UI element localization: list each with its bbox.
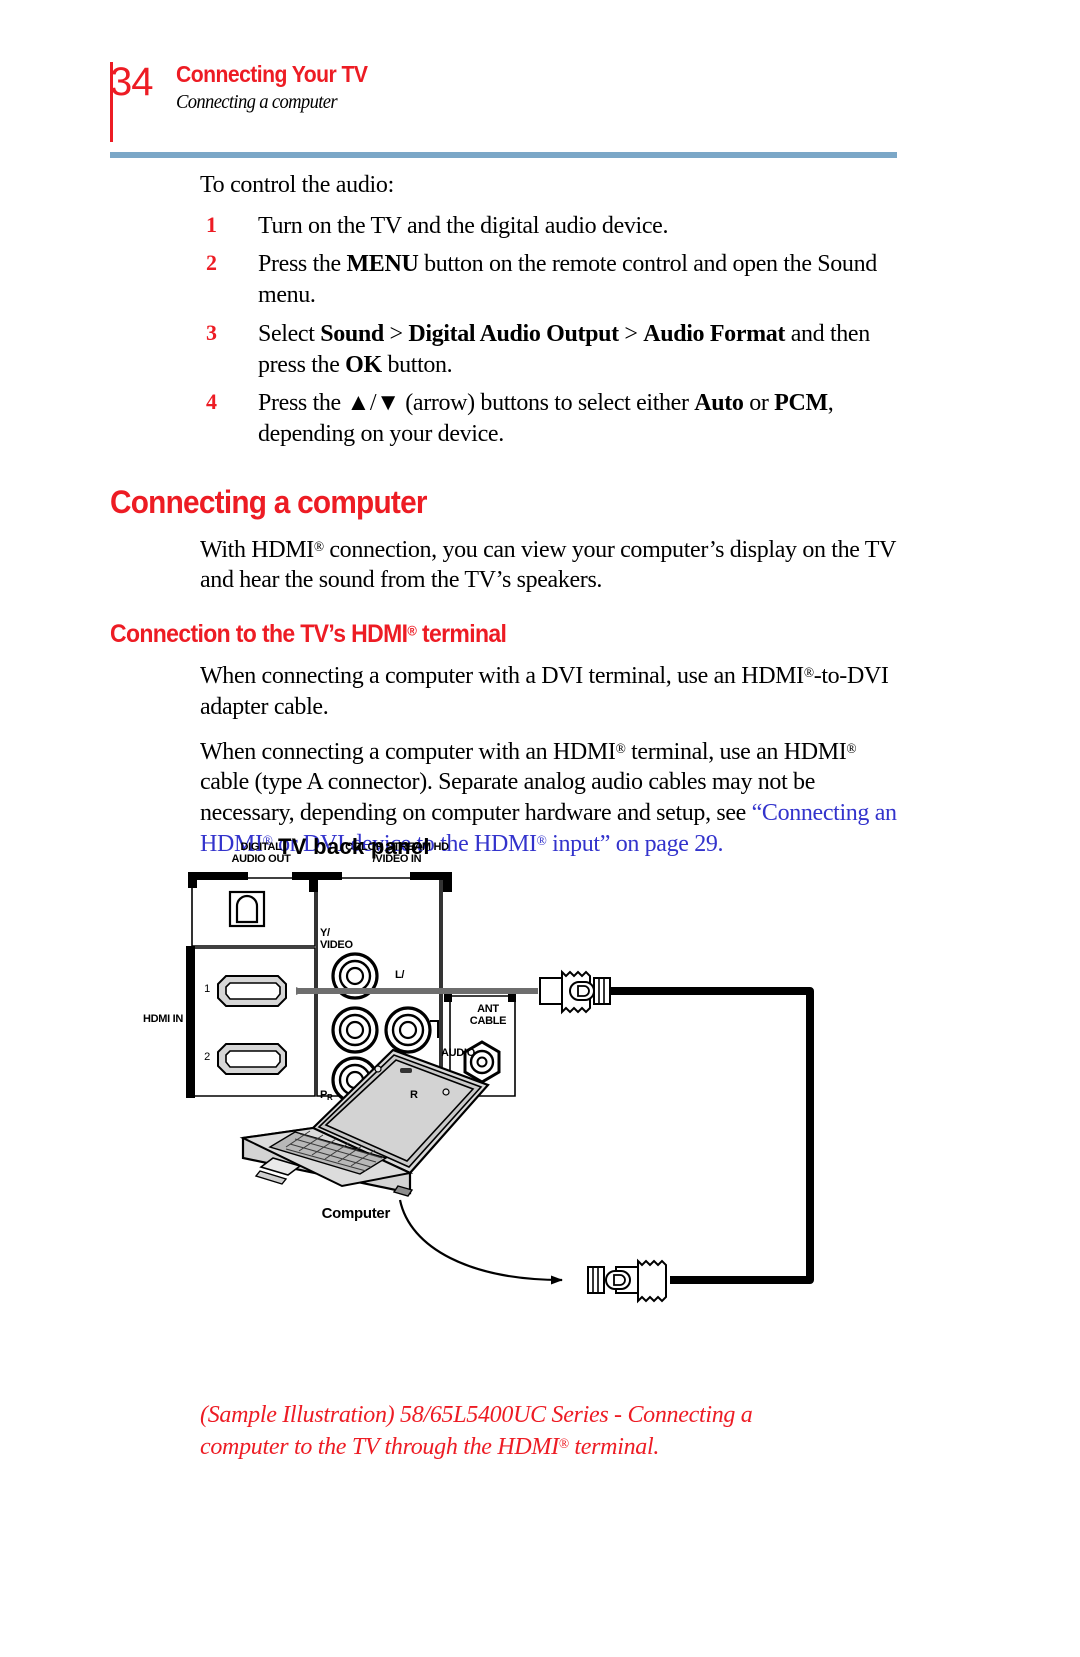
step-text: Press the ▲/▼ (arrow) buttons to select … bbox=[258, 390, 834, 448]
step-number: 3 bbox=[206, 319, 217, 345]
header-titles: Connecting Your TV Connecting a computer bbox=[176, 61, 384, 114]
label-hdmi-port-1-number: 1 bbox=[204, 983, 210, 995]
step-text: Turn on the TV and the digital audio dev… bbox=[258, 212, 669, 239]
step-number: 4 bbox=[206, 389, 217, 415]
laptop-connector-arrow bbox=[398, 1199, 563, 1285]
figure-illustration bbox=[110, 828, 900, 1333]
label-hdmi-in: HDMI IN bbox=[142, 1013, 184, 1025]
hdmi-port-2 bbox=[217, 1043, 287, 1075]
hdmi-cable-path bbox=[610, 987, 814, 1284]
header-section-title: Connecting a computer bbox=[176, 91, 338, 114]
figure-caption: (Sample Illustration) 58/65L5400UC Serie… bbox=[200, 1402, 753, 1460]
step-item: 4 Press the ▲/▼ (arrow) buttons to selec… bbox=[110, 388, 900, 449]
label-audio: AUDIO bbox=[441, 1047, 475, 1059]
intro-paragraph: With HDMI® connection, you can view your… bbox=[200, 536, 896, 594]
step-item: 2 Press the MENU button on the remote co… bbox=[110, 249, 900, 310]
label-computer: Computer bbox=[321, 1205, 391, 1222]
label-hdmi-port-2-number: 2 bbox=[204, 1051, 210, 1063]
hdmi-port-1 bbox=[217, 975, 287, 1007]
step-item: 3 Select Sound > Digital Audio Output > … bbox=[110, 319, 900, 380]
numbered-steps-list: 1 Turn on the TV and the digital audio d… bbox=[110, 211, 900, 450]
page-header: 34 Connecting Your TV Connecting a compu… bbox=[110, 60, 900, 157]
tv-back-panel-figure: TV back panel DIGITAL AUDIO OUT COLOR ST… bbox=[110, 828, 900, 1328]
step-number: 2 bbox=[206, 250, 217, 276]
rca-jack-audio-l bbox=[384, 1006, 432, 1054]
label-digital-audio-out: DIGITAL AUDIO OUT bbox=[231, 841, 291, 865]
label-r: R bbox=[410, 1089, 418, 1101]
label-y-video: Y/ VIDEO bbox=[320, 927, 353, 951]
header-divider-bar bbox=[110, 152, 897, 158]
subsection-heading: Connection to the TV’s HDMI® terminal bbox=[110, 620, 507, 649]
page-number: 34 bbox=[110, 60, 153, 104]
step-text: Select Sound > Digital Audio Output > Au… bbox=[258, 320, 870, 378]
page-content: To control the audio: 1 Turn on the TV a… bbox=[110, 170, 900, 874]
rca-jack-pb bbox=[331, 1006, 379, 1054]
label-color-stream-hd: COLOR STREAM HD /VIDEO IN bbox=[345, 841, 449, 865]
dvi-paragraph: When connecting a computer with a DVI te… bbox=[200, 663, 889, 720]
label-ant-cable: ANT CABLE bbox=[469, 1003, 507, 1027]
hdmi-connector-top bbox=[539, 969, 611, 1015]
label-l-audio: L/ bbox=[395, 969, 405, 981]
step-text: Press the MENU button on the remote cont… bbox=[258, 251, 877, 309]
hdmi-connector-bottom bbox=[587, 1258, 667, 1304]
lead-text: To control the audio: bbox=[200, 172, 394, 198]
step-item: 1 Turn on the TV and the digital audio d… bbox=[110, 211, 900, 242]
step-number: 1 bbox=[206, 211, 217, 237]
section-heading: Connecting a computer bbox=[110, 483, 427, 520]
header-chapter-title: Connecting Your TV bbox=[176, 61, 368, 87]
label-pr: PR bbox=[320, 1089, 333, 1102]
